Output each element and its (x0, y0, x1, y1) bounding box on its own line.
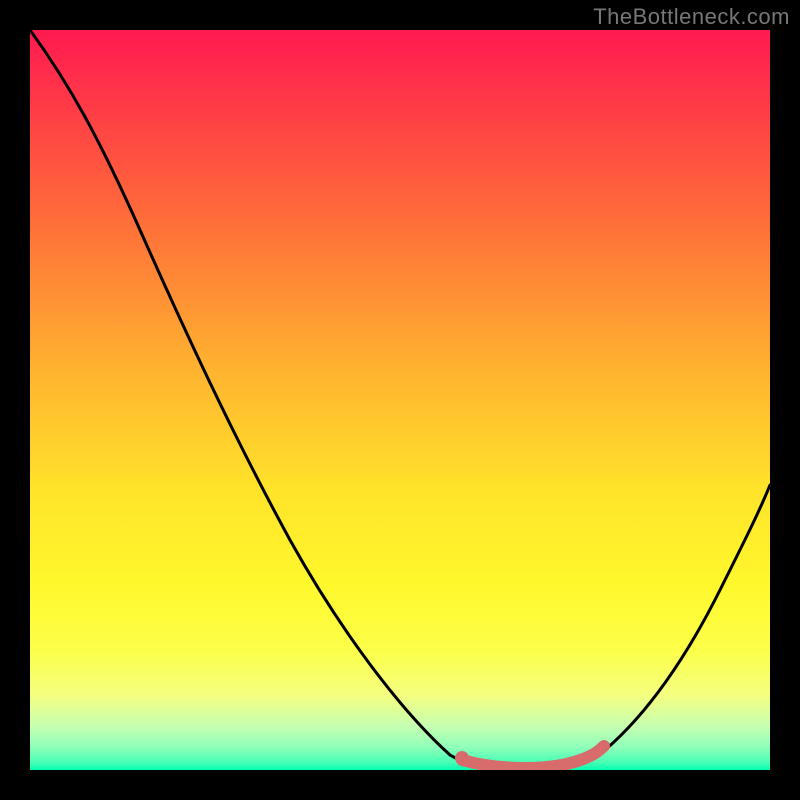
highlight-segment (462, 746, 604, 768)
bottleneck-curve (30, 30, 770, 769)
chart-svg (30, 30, 770, 770)
optimum-point-marker (455, 751, 469, 765)
chart-container: TheBottleneck.com (0, 0, 800, 800)
plot-area (30, 30, 770, 770)
attribution-text: TheBottleneck.com (593, 4, 790, 30)
